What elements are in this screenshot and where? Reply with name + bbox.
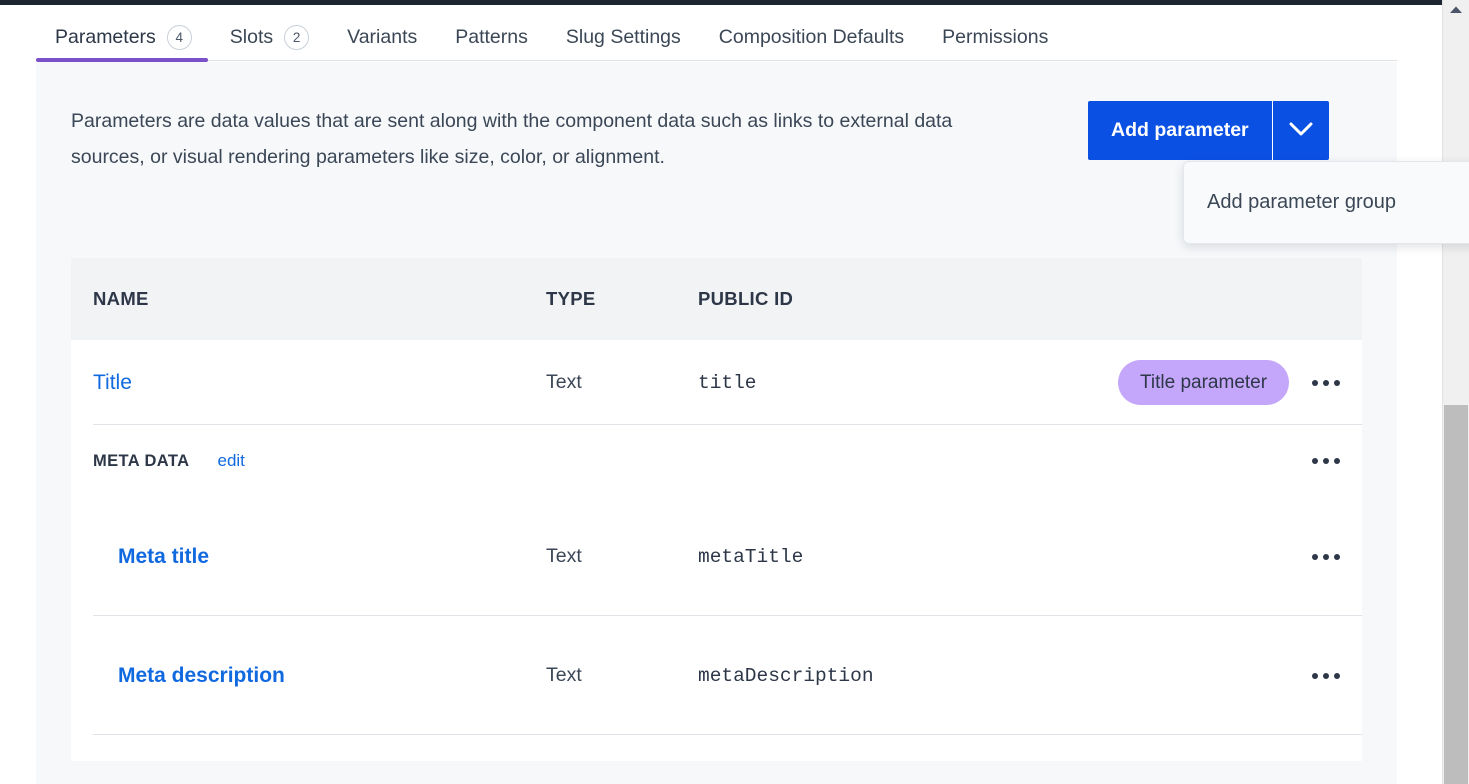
row-badge-cell: Title parameter [1118,360,1318,405]
tab-label: Slug Settings [565,26,681,48]
ellipsis-icon-dot [1334,458,1340,464]
group-actions-menu-button[interactable] [1312,458,1340,464]
ellipsis-icon-dot [1323,672,1329,679]
ellipsis-icon-dot [1312,458,1318,464]
table-header-row: NAME TYPE PUBLIC ID [71,258,1362,340]
row-public-id-cell: title [698,371,757,394]
table-row[interactable]: Meta description Text metaDescription [71,616,1362,735]
add-parameter-dropdown-menu: Add parameter group [1183,161,1469,244]
parameter-name-link[interactable]: Title [93,371,132,394]
parameter-group-header: META DATA edit [71,425,1362,497]
row-name-cell: Meta description [118,664,546,688]
ellipsis-icon-dot [1334,672,1340,679]
scroll-up-button[interactable] [1442,0,1469,20]
row-name-cell: Meta title [118,545,546,569]
parameter-name-link[interactable]: Meta description [118,664,285,687]
edit-group-link[interactable]: edit [217,451,244,471]
parameters-table: NAME TYPE PUBLIC ID Title Text title Tit… [71,258,1362,761]
table-row[interactable]: Title Text title Title parameter [71,340,1362,425]
row-divider [93,734,1362,735]
row-type-cell: Text [546,664,582,686]
row-type-cell: Text [546,545,582,567]
column-header-type: TYPE [546,288,596,309]
ellipsis-icon-dot [1323,379,1329,386]
ellipsis-icon-dot [1334,379,1340,386]
tab-count-badge: 2 [284,25,310,50]
tab-patterns[interactable]: Patterns [436,10,547,65]
ellipsis-icon-dot [1312,553,1318,560]
add-parameter-button[interactable]: Add parameter [1088,101,1272,160]
tab-list: Parameters 4 Slots 2 Variants Patterns Slug Se… [36,10,1067,65]
tab-slots[interactable]: Slots 2 [211,10,328,65]
menu-item-add-parameter-group[interactable]: Add parameter group [1184,162,1469,243]
tab-label: Permissions [942,26,1049,48]
tab-label: Slots [229,26,274,48]
tab-slug-settings[interactable]: Slug Settings [547,10,700,65]
tab-bar: Parameters 4 Slots 2 Variants Patterns Slug Se… [0,5,1442,62]
tab-bar-divider [36,60,1397,61]
add-parameter-dropdown-toggle[interactable] [1272,101,1329,160]
row-type-cell: Text [546,371,582,393]
column-header-name: NAME [93,288,149,309]
tab-composition-defaults[interactable]: Composition Defaults [700,10,923,65]
row-public-id-cell: metaDescription [698,664,874,687]
tab-label: Composition Defaults [718,26,905,48]
row-actions-menu-button[interactable] [1312,553,1340,560]
ellipsis-icon-dot [1312,672,1318,679]
ellipsis-icon-dot [1323,553,1329,560]
right-gutter [1397,5,1442,784]
table-footer-spacer [71,735,1362,761]
tab-variants[interactable]: Variants [328,10,436,65]
tab-label: Parameters [55,26,156,48]
ellipsis-icon-dot [1312,379,1318,386]
caret-up-icon [1449,1,1463,19]
tab-permissions[interactable]: Permissions [923,10,1067,65]
row-name-cell: Title [93,371,546,395]
column-header-public-id: PUBLIC ID [698,288,794,309]
row-actions-menu-button[interactable] [1312,379,1340,386]
status-badge: Title parameter [1118,360,1290,405]
vertical-scrollbar-thumb[interactable] [1444,405,1468,784]
row-public-id-cell: metaTitle [698,545,804,568]
parameter-group-label: META DATA [93,451,190,470]
parameters-description: Parameters are data values that are sent… [71,110,953,168]
ellipsis-icon-dot [1323,458,1329,464]
add-parameter-split-button: Add parameter [1088,101,1329,160]
active-tab-indicator [36,58,208,62]
table-row[interactable]: Meta title Text metaTitle [71,497,1362,616]
parameter-name-link[interactable]: Meta title [118,545,209,568]
tab-label: Variants [347,26,418,48]
app-root: Parameters 4 Slots 2 Variants Patterns Slug Se… [0,0,1469,784]
ellipsis-icon-dot [1334,553,1340,560]
chevron-down-icon [1288,121,1314,140]
tab-label: Patterns [455,26,528,48]
row-actions-menu-button[interactable] [1312,672,1340,679]
tab-count-badge: 4 [166,25,192,50]
tab-parameters[interactable]: Parameters 4 [36,10,211,65]
